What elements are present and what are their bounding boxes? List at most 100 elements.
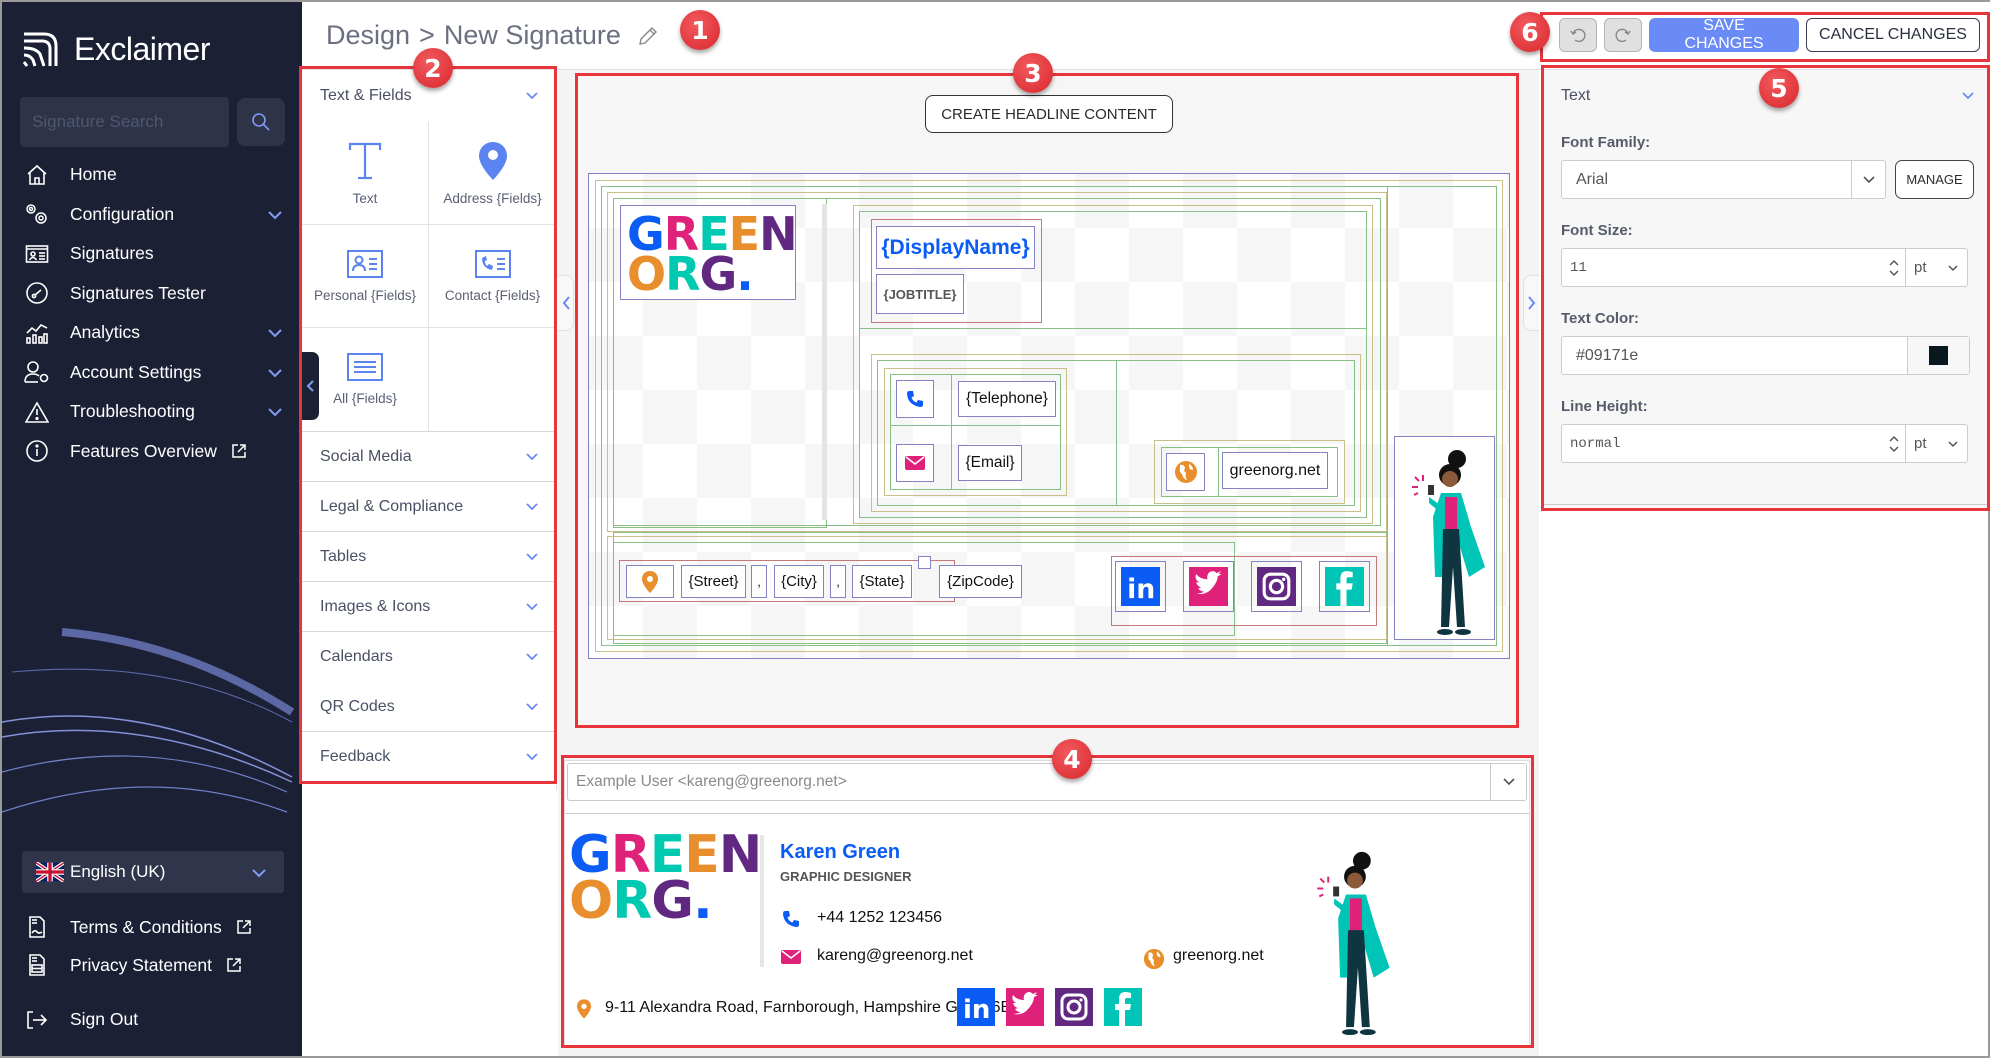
color-swatch-button[interactable] <box>1907 337 1969 374</box>
signature-layout[interactable]: GREEN ORG. {DisplayName} {JOBTITLE} {Tel… <box>588 173 1510 659</box>
telephone-field[interactable]: {Telephone} <box>958 381 1056 417</box>
section-qr-codes[interactable]: QR Codes <box>302 682 556 732</box>
email-icon-cell[interactable] <box>896 444 934 482</box>
main-nav: Home Configuration Signatures Signatures… <box>2 155 302 471</box>
instagram-icon[interactable] <box>1257 567 1296 606</box>
line-height-unit-select[interactable]: pt <box>1905 425 1967 462</box>
designer-workspace: CREATE HEADLINE CONTENT GREEN ORG. {Disp… <box>558 70 1539 1056</box>
text-color-input[interactable]: #09171e <box>1561 336 1970 375</box>
collapse-elements-panel-handle[interactable] <box>558 275 574 331</box>
line-height-stepper[interactable] <box>1883 433 1905 455</box>
nav-analytics[interactable]: Analytics <box>2 313 302 353</box>
search-button[interactable] <box>237 98 285 146</box>
redo-button[interactable] <box>1604 18 1642 52</box>
linkedin-icon[interactable]: in <box>957 988 995 1026</box>
sidebar: Exclaimer Home Configuration Signatures … <box>2 2 302 1056</box>
zip-field[interactable]: {ZipCode} <box>939 565 1022 598</box>
section-images-icons[interactable]: Images & Icons <box>302 582 556 632</box>
nav-features-overview[interactable]: Features Overview <box>2 432 302 472</box>
section-calendars[interactable]: Calendars <box>302 632 556 682</box>
create-headline-button[interactable]: CREATE HEADLINE CONTENT <box>925 95 1173 133</box>
nav-signatures-tester[interactable]: Signatures Tester <box>2 274 302 314</box>
redo-icon <box>1615 28 1631 43</box>
annotation-marker-4: 4 <box>1052 739 1092 779</box>
job-title-field[interactable]: {JOBTITLE} <box>876 274 964 314</box>
tile-all-fields[interactable]: All {Fields} <box>302 328 429 431</box>
instagram-icon[interactable] <box>1055 988 1093 1026</box>
space-separator[interactable] <box>918 556 931 569</box>
collapse-properties-panel-handle[interactable] <box>1523 275 1539 331</box>
language-select[interactable]: English (UK) <box>22 851 284 893</box>
terms-link[interactable]: Terms & Conditions <box>2 908 302 946</box>
website-icon-cell[interactable] <box>1166 453 1205 491</box>
telephone-icon-cell[interactable] <box>896 380 934 418</box>
preview-email[interactable]: kareng@greenorg.net <box>817 947 973 965</box>
section-social-media[interactable]: Social Media <box>302 432 556 482</box>
chevron-down-icon <box>526 452 538 460</box>
tile-empty <box>429 328 556 431</box>
undo-button[interactable] <box>1559 18 1597 52</box>
signature-search-input[interactable] <box>20 97 229 147</box>
nav-troubleshooting-label: Troubleshooting <box>70 401 195 422</box>
twitter-icon[interactable] <box>1189 567 1228 606</box>
tile-contact-fields[interactable]: Contact {Fields} <box>429 225 556 328</box>
display-name-field[interactable]: {DisplayName} <box>876 226 1035 269</box>
font-size-unit-select[interactable]: pt <box>1905 249 1967 286</box>
person-illustration[interactable] <box>1394 436 1495 640</box>
comma-separator[interactable]: , <box>751 565 767 598</box>
manage-fonts-button[interactable]: MANAGE <box>1895 160 1974 199</box>
brand[interactable]: Exclaimer <box>22 30 210 68</box>
facebook-icon[interactable] <box>1325 567 1364 606</box>
website-field[interactable]: greenorg.net <box>1222 452 1328 489</box>
save-changes-button[interactable]: SAVE CHANGES <box>1649 17 1799 52</box>
cancel-changes-button[interactable]: CANCEL CHANGES <box>1806 18 1980 52</box>
font-size-value: 11 <box>1570 259 1587 276</box>
document-icon <box>29 916 45 938</box>
nav-signatures[interactable]: Signatures <box>2 234 302 274</box>
section-label: QR Codes <box>320 697 395 715</box>
section-legal-compliance[interactable]: Legal & Compliance <box>302 482 556 532</box>
logo-letter: O <box>627 247 666 302</box>
properties-section-title: Text <box>1561 87 1591 104</box>
section-feedback[interactable]: Feedback <box>302 732 556 782</box>
twitter-icon[interactable] <box>1006 988 1044 1026</box>
section-label: Legal & Compliance <box>320 497 464 515</box>
logo-image[interactable]: GREEN ORG. <box>620 205 798 302</box>
svg-text:in: in <box>1127 574 1155 605</box>
font-size-input[interactable]: 11 pt <box>1561 248 1968 287</box>
street-field[interactable]: {Street} <box>681 565 746 598</box>
nav-home[interactable]: Home <box>2 155 302 195</box>
comma-separator[interactable]: , <box>830 565 846 598</box>
text-icon <box>348 142 382 179</box>
email-icon <box>905 456 925 470</box>
logo-letter: G <box>699 247 738 302</box>
tile-personal-fields[interactable]: Personal {Fields} <box>302 225 429 328</box>
address-pin-cell[interactable] <box>626 565 674 598</box>
example-user-select[interactable]: Example User <kareng@greenorg.net> <box>567 763 1527 801</box>
signature-search[interactable] <box>20 97 229 147</box>
breadcrumb-design[interactable]: Design <box>326 20 410 51</box>
text-color-label: Text Color: <box>1561 310 1640 327</box>
font-family-select[interactable]: Arial <box>1561 160 1886 199</box>
linkedin-icon[interactable]: in <box>1121 567 1160 606</box>
collapse-sidebar-handle[interactable] <box>301 352 319 420</box>
tile-text[interactable]: Text <box>302 122 429 225</box>
nav-configuration[interactable]: Configuration <box>2 195 302 235</box>
nav-troubleshooting[interactable]: Troubleshooting <box>2 392 302 432</box>
sign-out-link[interactable]: Sign Out <box>2 1000 302 1040</box>
line-height-input[interactable]: normal pt <box>1561 424 1968 463</box>
nav-account-settings[interactable]: Account Settings <box>2 353 302 393</box>
tile-label: Address {Fields} <box>443 190 542 206</box>
font-size-stepper[interactable] <box>1883 257 1905 279</box>
user-gear-icon <box>24 361 49 384</box>
tile-address-fields[interactable]: Address {Fields} <box>429 122 556 225</box>
city-field[interactable]: {City} <box>774 565 824 598</box>
privacy-link[interactable]: Privacy Statement <box>2 946 302 984</box>
email-field[interactable]: {Email} <box>958 445 1022 481</box>
facebook-icon[interactable] <box>1104 988 1142 1026</box>
edit-title-pencil-icon[interactable] <box>637 25 659 47</box>
line-height-label: Line Height: <box>1561 398 1648 415</box>
state-field[interactable]: {State} <box>852 565 912 598</box>
preview-website[interactable]: greenorg.net <box>1173 947 1264 965</box>
section-tables[interactable]: Tables <box>302 532 556 582</box>
